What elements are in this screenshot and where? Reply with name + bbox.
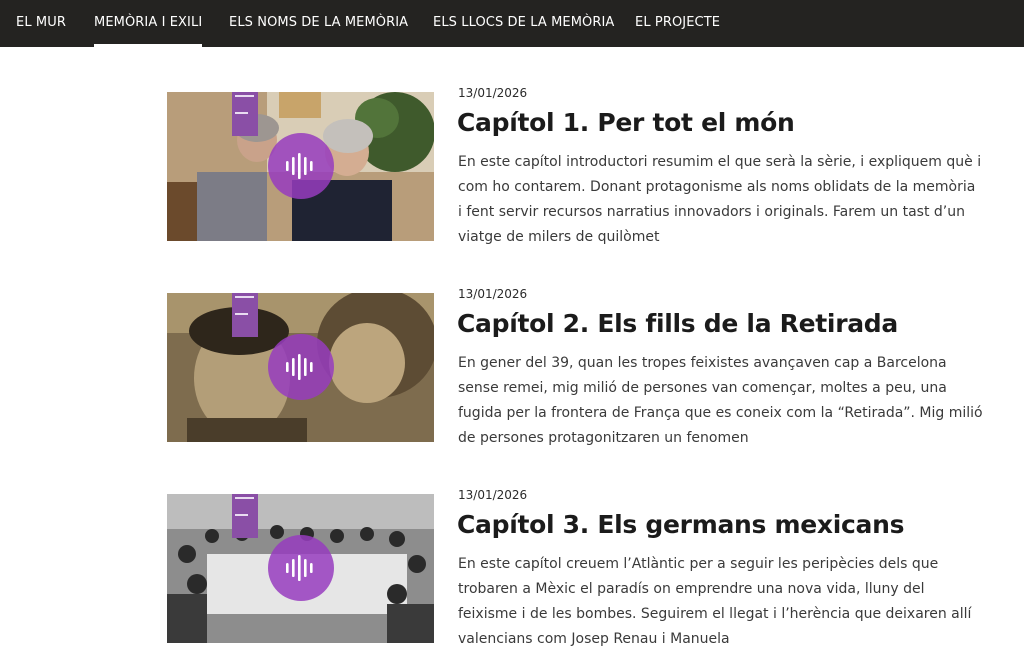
play-audio-button[interactable]: [268, 535, 334, 601]
episode-thumbnail[interactable]: [167, 293, 434, 442]
nav-el-mur[interactable]: EL MUR: [16, 0, 66, 47]
play-audio-button[interactable]: [268, 334, 334, 400]
episode-date: 13/01/2026: [458, 488, 528, 502]
channel-logo-badge: [232, 92, 258, 136]
nav-memoria-i-exili[interactable]: MEMÒRIA I EXILI: [94, 0, 203, 47]
audio-waveform-icon: [286, 354, 313, 380]
episode-title[interactable]: Capítol 2. Els fills de la Retirada: [457, 309, 898, 338]
episode-date: 13/01/2026: [458, 287, 528, 301]
episode-card: 13/01/2026 Capítol 3. Els germans mexica…: [167, 488, 987, 647]
channel-logo-badge: [232, 293, 258, 337]
play-audio-button[interactable]: [268, 133, 334, 199]
episode-card: 13/01/2026 Capítol 2. Els fills de la Re…: [167, 287, 987, 446]
episode-thumbnail[interactable]: [167, 92, 434, 241]
episode-description: En gener del 39, quan les tropes feixist…: [458, 355, 983, 446]
episode-title[interactable]: Capítol 1. Per tot el món: [457, 108, 795, 137]
episode-date: 13/01/2026: [458, 86, 528, 100]
audio-waveform-icon: [286, 555, 313, 581]
episode-description: En este capítol creuem l’Atlàntic per a …: [458, 556, 972, 647]
audio-waveform-icon: [286, 153, 313, 179]
nav-els-noms-de-la-memoria[interactable]: ELS NOMS DE LA MEMÒRIA: [229, 0, 408, 47]
episode-thumbnail[interactable]: [167, 494, 434, 643]
episode-description: En este capítol introductori resumim el …: [458, 154, 982, 245]
nav-el-projecte[interactable]: EL PROJECTE: [635, 0, 720, 47]
top-navigation-bar: EL MUR MEMÒRIA I EXILI ELS NOMS DE LA ME…: [0, 0, 1024, 47]
episode-card: 13/01/2026 Capítol 1. Per tot el món En …: [167, 86, 987, 245]
episode-title[interactable]: Capítol 3. Els germans mexicans: [457, 510, 904, 539]
channel-logo-badge: [232, 494, 258, 538]
nav-els-llocs-de-la-memoria[interactable]: ELS LLOCS DE LA MEMÒRIA: [433, 0, 614, 47]
